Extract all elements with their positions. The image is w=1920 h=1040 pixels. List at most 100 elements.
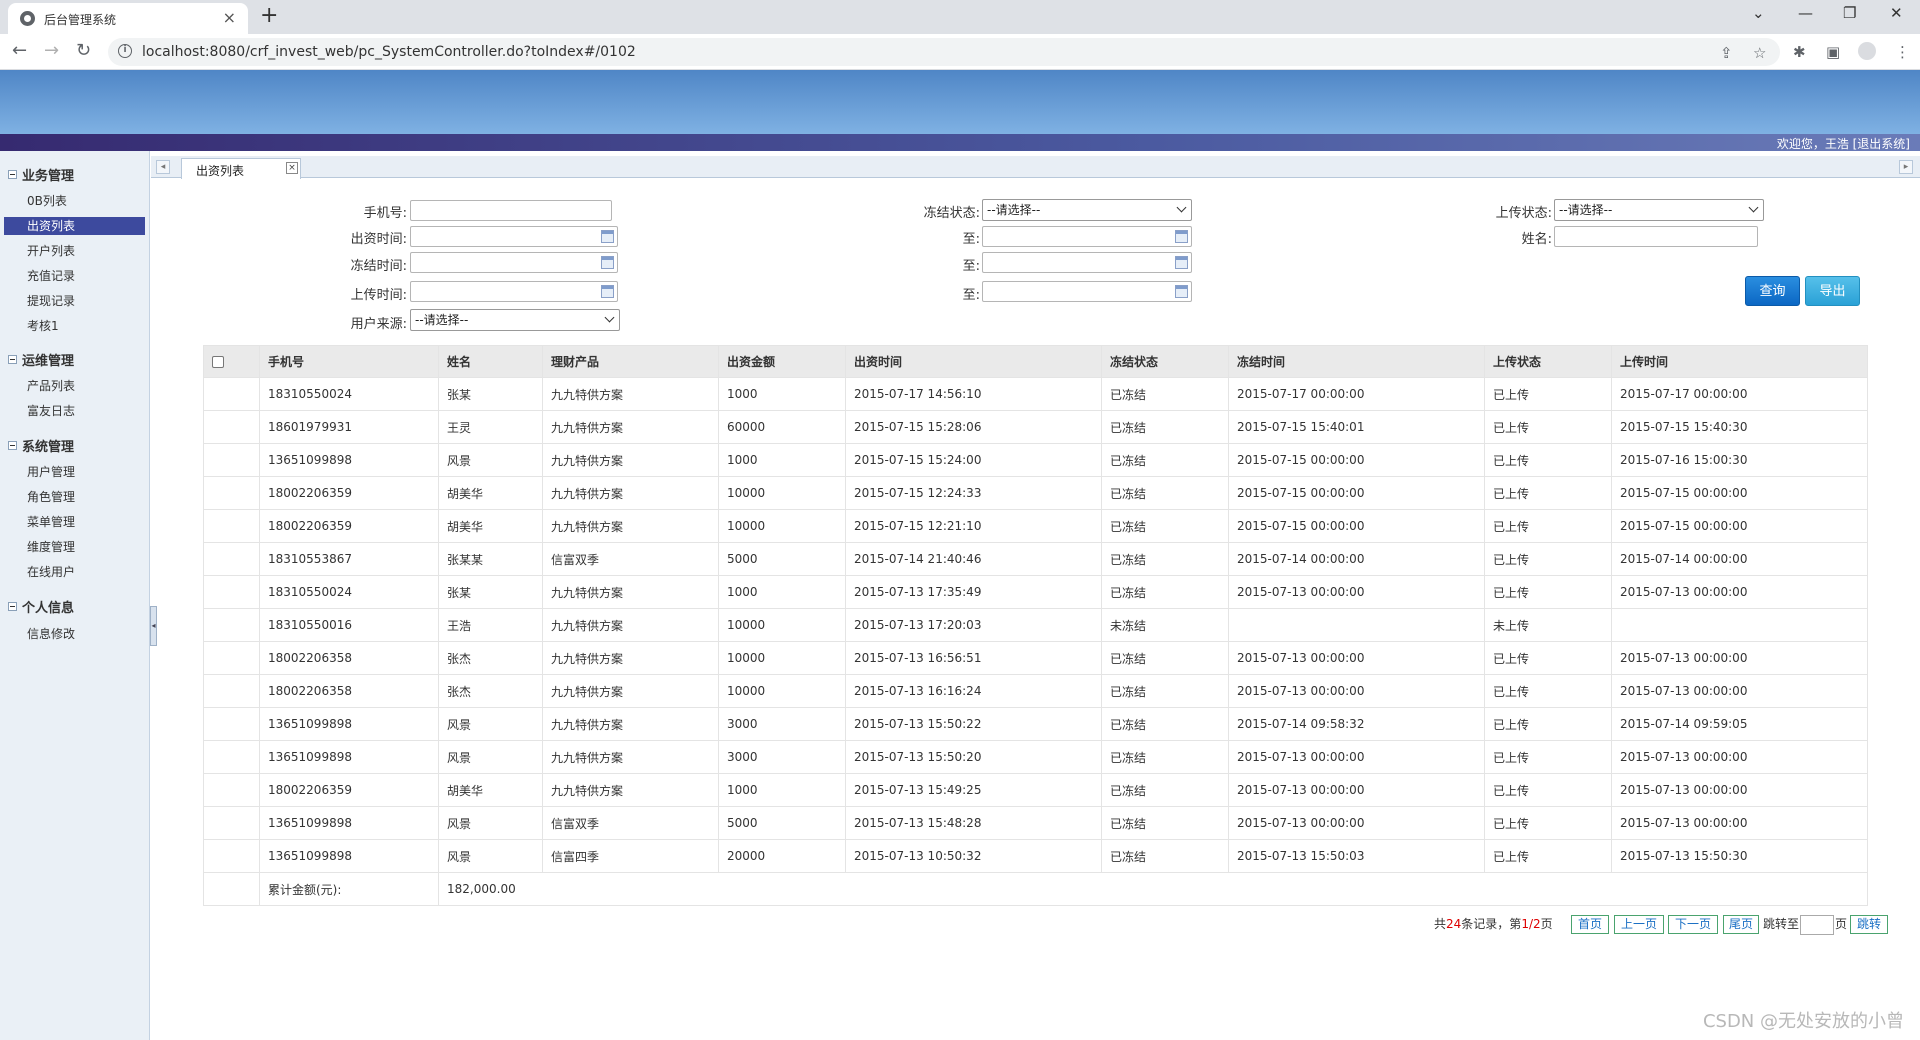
table-row[interactable]: 18002206358 张杰 九九特供方案 10000 2015-07-13 16:16… (203, 674, 1868, 708)
extensions-icon[interactable]: ✱ (1793, 43, 1806, 61)
col-upload-time[interactable]: 上传时间 (1611, 345, 1868, 378)
bookmark-star-icon[interactable]: ☆ (1753, 44, 1766, 62)
table-row[interactable]: 18310553867 张某某 信富双季 5000 2015-07-14 21:40:4… (203, 542, 1868, 576)
col-freeze-time[interactable]: 冻结时间 (1228, 345, 1485, 378)
tab-invest-list[interactable]: 出资列表 × (181, 158, 301, 179)
table-row[interactable]: 18002206359 胡美华 九九特供方案 10000 2015-07-15 12:2… (203, 509, 1868, 543)
tab-scroll-left-icon[interactable]: ◂ (156, 160, 170, 174)
upload-status-select[interactable]: --请选择-- (1554, 199, 1764, 221)
query-button[interactable]: 查询 (1745, 276, 1800, 306)
invest-time-end-input[interactable] (982, 226, 1192, 247)
jump-button[interactable]: 跳转 (1850, 915, 1888, 934)
source-select[interactable]: --请选择-- (410, 309, 620, 331)
sidebar-item-roles[interactable]: 角色管理 (4, 488, 145, 506)
freeze-time-end-input[interactable] (982, 252, 1192, 273)
select-all-checkbox[interactable] (212, 356, 224, 368)
export-button[interactable]: 导出 (1805, 276, 1860, 306)
close-window-icon[interactable]: ✕ (1890, 4, 1903, 22)
tab-search-icon[interactable]: ⌄ (1752, 4, 1765, 22)
minimize-icon[interactable]: — (1798, 4, 1813, 22)
back-icon[interactable]: ← (12, 40, 27, 61)
restore-icon[interactable]: ❐ (1843, 4, 1856, 22)
col-upload-status[interactable]: 上传状态 (1484, 345, 1612, 378)
profile-avatar-icon[interactable] (1858, 42, 1876, 60)
address-bar[interactable]: i localhost:8080/crf_invest_web/pc_Syste… (108, 38, 1780, 66)
phone-input[interactable] (410, 200, 612, 221)
sidebar-item-online-users[interactable]: 在线用户 (4, 563, 145, 581)
url-text[interactable]: localhost:8080/crf_invest_web/pc_SystemC… (142, 44, 636, 60)
sidebar-group-profile[interactable]: 个人信息 (8, 597, 74, 616)
prev-page-button[interactable]: 上一页 (1614, 915, 1664, 934)
table-row[interactable]: 13651099898 风景 九九特供方案 3000 2015-07-13 15:50:… (203, 707, 1868, 741)
sidebar-item-edit-info[interactable]: 信息修改 (4, 625, 145, 643)
sidebar-group-system[interactable]: 系统管理 (8, 436, 74, 455)
first-page-button[interactable]: 首页 (1571, 915, 1609, 934)
last-page-button[interactable]: 尾页 (1723, 915, 1759, 934)
cell-freeze-status: 已冻结 (1101, 443, 1229, 477)
table-row[interactable]: 18310550024 张某 九九特供方案 1000 2015-07-13 17:35:… (203, 575, 1868, 609)
jump-page-input[interactable] (1800, 915, 1834, 935)
sidebar-item-invest-list[interactable]: 出资列表 (4, 217, 145, 235)
welcome-text[interactable]: 欢迎您，王浩 [退出系统] (1777, 135, 1910, 152)
sidebar-item-withdraw[interactable]: 提现记录 (4, 292, 145, 310)
col-invest-time[interactable]: 出资时间 (845, 345, 1102, 378)
reload-icon[interactable]: ↻ (76, 40, 91, 61)
collapse-icon[interactable] (8, 441, 17, 450)
freeze-status-select[interactable]: --请选择-- (982, 199, 1192, 221)
col-name[interactable]: 姓名 (438, 345, 543, 378)
table-row[interactable]: 13651099898 风景 信富双季 5000 2015-07-13 15:48:28… (203, 806, 1868, 840)
table-row[interactable]: 18310550016 王浩 九九特供方案 10000 2015-07-13 17:20… (203, 608, 1868, 642)
table-row[interactable]: 18002206359 胡美华 九九特供方案 10000 2015-07-15 12:2… (203, 476, 1868, 510)
table-row[interactable]: 18002206358 张杰 九九特供方案 10000 2015-07-13 16:56… (203, 641, 1868, 675)
sidebar-item-recharge[interactable]: 充值记录 (4, 267, 145, 285)
collapse-icon[interactable] (8, 602, 17, 611)
col-phone[interactable]: 手机号 (259, 345, 439, 378)
sidebar-item-assess[interactable]: 考核1 (4, 317, 145, 335)
new-tab-button[interactable]: + (260, 4, 278, 28)
side-panel-icon[interactable]: ▣ (1826, 43, 1840, 61)
invest-time-start-input[interactable] (410, 226, 618, 247)
globe-icon (20, 11, 35, 26)
forward-icon[interactable]: → (44, 40, 59, 61)
calendar-icon[interactable] (601, 285, 614, 298)
collapse-icon[interactable] (8, 355, 17, 364)
upload-time-start-input[interactable] (410, 281, 618, 302)
info-icon[interactable]: i (118, 44, 132, 58)
upload-time-end-input[interactable] (982, 281, 1192, 302)
sidebar-group-business[interactable]: 业务管理 (8, 165, 74, 184)
tab-close-icon[interactable]: × (286, 162, 298, 174)
calendar-icon[interactable] (1175, 230, 1188, 243)
sidebar-collapse-handle[interactable]: ◂ (150, 606, 157, 646)
sidebar-item-fuyou-log[interactable]: 富友日志 (4, 402, 145, 420)
browser-tab[interactable]: 后台管理系统 × (8, 3, 248, 34)
col-amount[interactable]: 出资金额 (718, 345, 846, 378)
menu-kebab-icon[interactable]: ⋮ (1895, 43, 1910, 61)
sidebar-item-products[interactable]: 产品列表 (4, 377, 145, 395)
table-row[interactable]: 18601979931 王灵 九九特供方案 60000 2015-07-15 15:28… (203, 410, 1868, 444)
table-row[interactable]: 18310550024 张某 九九特供方案 1000 2015-07-17 14:56:… (203, 377, 1868, 411)
collapse-icon[interactable] (8, 170, 17, 179)
sidebar-item-dimensions[interactable]: 维度管理 (4, 538, 145, 556)
sidebar-item-account-list[interactable]: 开户列表 (4, 242, 145, 260)
sidebar-group-label: 运维管理 (22, 354, 75, 369)
freeze-time-start-input[interactable] (410, 252, 618, 273)
tab-scroll-right-icon[interactable]: ▸ (1899, 160, 1913, 174)
sidebar-item-ob-list[interactable]: 0B列表 (4, 192, 145, 210)
calendar-icon[interactable] (601, 256, 614, 269)
close-tab-icon[interactable]: × (223, 8, 236, 27)
table-row[interactable]: 13651099898 风景 九九特供方案 3000 2015-07-13 15:50:… (203, 740, 1868, 774)
sidebar-item-menus[interactable]: 菜单管理 (4, 513, 145, 531)
calendar-icon[interactable] (601, 230, 614, 243)
next-page-button[interactable]: 下一页 (1668, 915, 1718, 934)
table-row[interactable]: 13651099898 风景 信富四季 20000 2015-07-13 10:50:3… (203, 839, 1868, 873)
sidebar-group-ops[interactable]: 运维管理 (8, 350, 74, 369)
name-input[interactable] (1554, 226, 1758, 247)
table-row[interactable]: 13651099898 风景 九九特供方案 1000 2015-07-15 15:24:… (203, 443, 1868, 477)
calendar-icon[interactable] (1175, 285, 1188, 298)
calendar-icon[interactable] (1175, 256, 1188, 269)
col-freeze-status[interactable]: 冻结状态 (1101, 345, 1229, 378)
table-row[interactable]: 18002206359 胡美华 九九特供方案 1000 2015-07-13 15:49… (203, 773, 1868, 807)
col-product[interactable]: 理财产品 (542, 345, 719, 378)
sidebar-item-users[interactable]: 用户管理 (4, 463, 145, 481)
share-icon[interactable]: ⇪ (1720, 44, 1733, 62)
